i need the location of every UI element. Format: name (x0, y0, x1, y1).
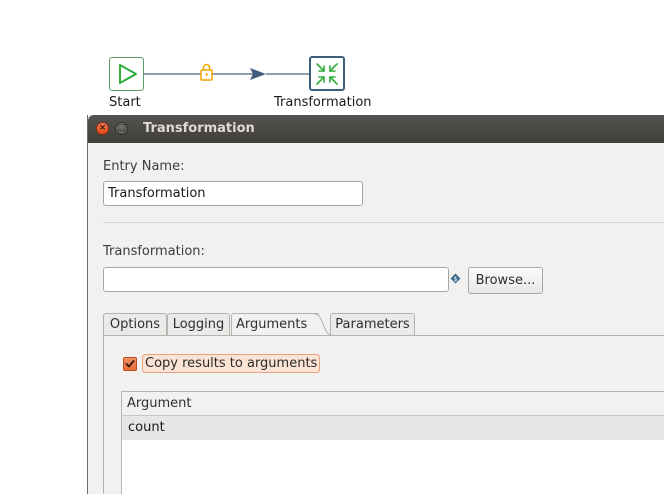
entry-name-label: Entry Name: (103, 159, 185, 174)
transformation-dialog: × □ Transformation Entry Name: Transform… (87, 115, 664, 494)
variable-diamond-icon: $ (450, 273, 461, 284)
column-header-argument[interactable]: Argument (122, 392, 664, 416)
active-tab-edge (312, 313, 332, 336)
checkmark-icon (125, 359, 135, 367)
tab-arguments[interactable]: Arguments (231, 313, 320, 335)
close-icon: × (98, 123, 107, 133)
entry-name-input[interactable] (103, 181, 363, 206)
maximize-icon: □ (117, 123, 126, 133)
transformation-field-label: Transformation: (103, 244, 205, 259)
compress-arrows-icon (316, 62, 338, 85)
dialog-title: Transformation (143, 121, 255, 136)
close-button[interactable]: × (96, 122, 109, 135)
separator (103, 222, 664, 223)
transformation-node-label: Transformation (274, 95, 372, 110)
tab-logging[interactable]: Logging (167, 313, 230, 335)
play-icon (118, 64, 137, 84)
copy-results-checkbox-row[interactable]: Copy results to arguments (123, 353, 321, 374)
start-node-label: Start (109, 95, 141, 110)
table-row[interactable]: count (122, 416, 664, 440)
maximize-button[interactable]: □ (115, 122, 128, 135)
tab-parameters[interactable]: Parameters (330, 313, 415, 335)
transformation-node[interactable] (309, 56, 345, 91)
start-node[interactable] (109, 57, 144, 91)
tab-strip: Options Logging Arguments Parameters (103, 313, 664, 336)
copy-results-checkbox[interactable] (123, 356, 137, 371)
dialog-titlebar[interactable]: × □ Transformation (88, 115, 664, 143)
transformation-path-input[interactable] (103, 267, 449, 292)
table-cell[interactable]: count (128, 420, 165, 435)
svg-text:$: $ (454, 276, 458, 283)
lock-icon (200, 63, 213, 81)
dialog-content: Entry Name: Transformation: $ Browse... … (88, 143, 664, 494)
hop-connector[interactable] (144, 60, 310, 88)
copy-results-label[interactable]: Copy results to arguments (142, 354, 321, 373)
browse-button[interactable]: Browse... (468, 267, 543, 294)
arguments-table[interactable]: Argument count (121, 391, 664, 494)
tab-options[interactable]: Options (103, 313, 167, 335)
